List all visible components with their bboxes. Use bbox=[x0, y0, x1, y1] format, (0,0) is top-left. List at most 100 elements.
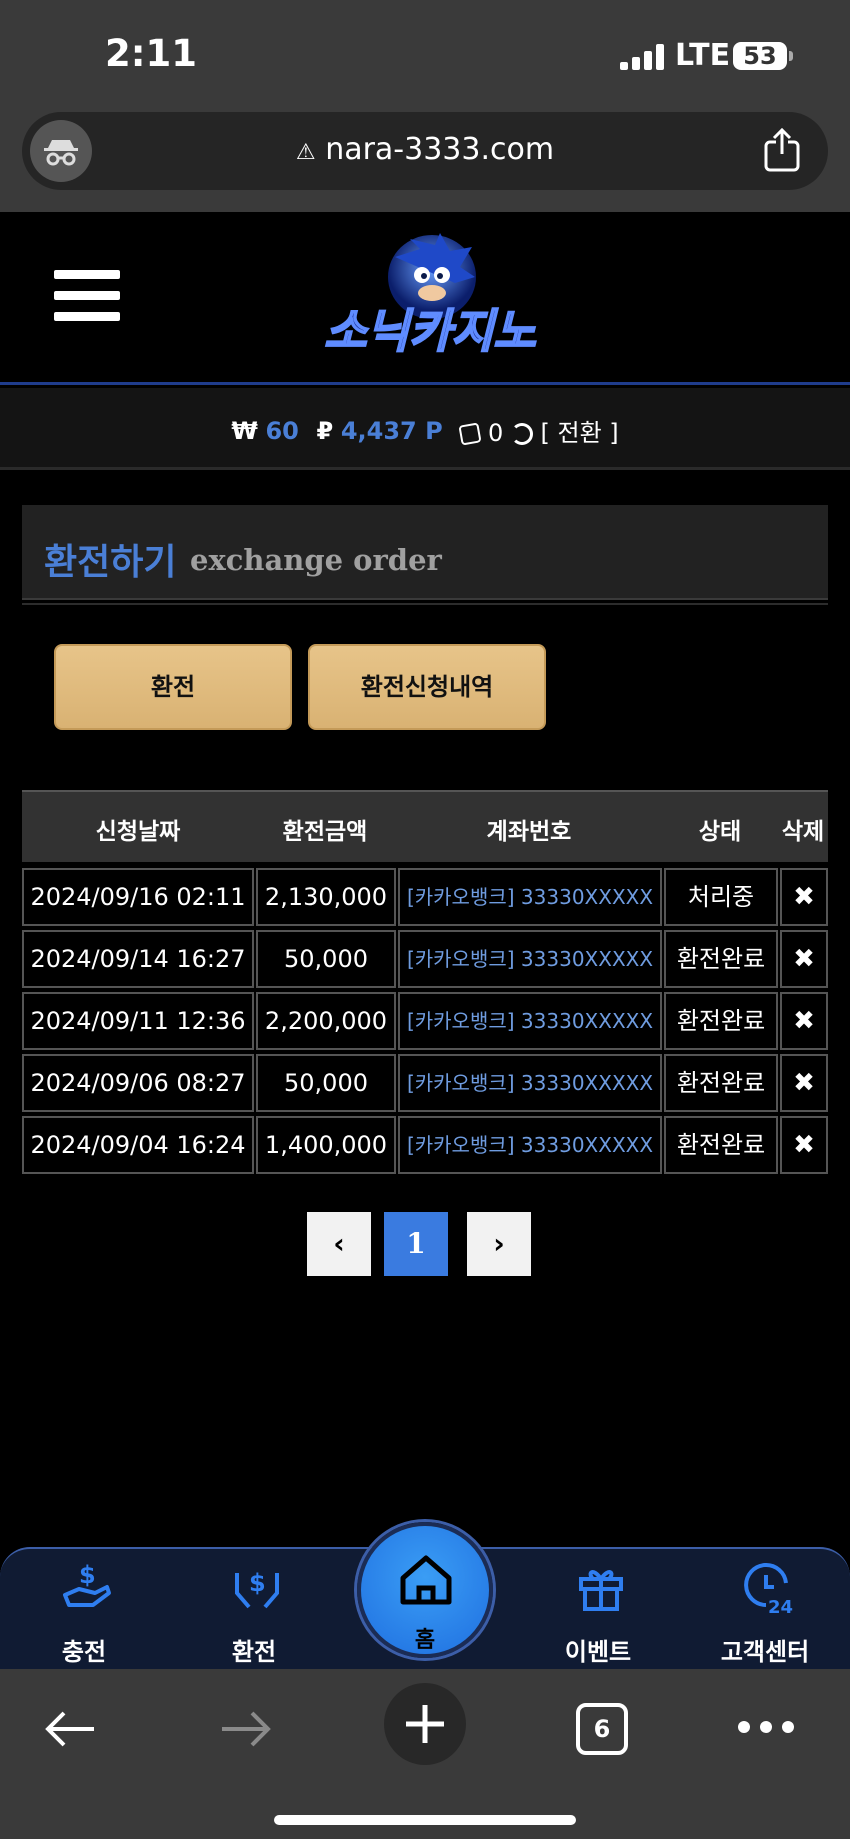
status-bar: 2:11 LTE 53 bbox=[0, 0, 850, 110]
tabs-count-button[interactable]: 6 bbox=[576, 1703, 628, 1755]
header-account: 계좌번호 bbox=[486, 819, 572, 845]
nav-event[interactable]: 이벤트 bbox=[528, 1549, 668, 1671]
charge-icon: $ bbox=[59, 1559, 115, 1615]
chip-value: 0 bbox=[487, 419, 504, 447]
more-icon[interactable] bbox=[738, 1721, 794, 1735]
url-text[interactable]: ⚠ nara-3333.com bbox=[22, 132, 828, 167]
clock: 2:11 bbox=[105, 32, 198, 75]
url-label: nara-3333.com bbox=[325, 132, 555, 167]
nav-support[interactable]: 24 고객센터 bbox=[695, 1549, 835, 1671]
support-24h-icon: 24 bbox=[740, 1559, 796, 1618]
prev-page-button[interactable]: ‹ bbox=[307, 1212, 371, 1276]
home-indicator bbox=[274, 1815, 576, 1825]
address-bar[interactable]: ⚠ nara-3333.com bbox=[22, 112, 828, 190]
page-subtitle: exchange order bbox=[190, 543, 442, 577]
cell-account: [카카오뱅크] 33330XXXXX bbox=[398, 1054, 662, 1112]
point-icon: ₽ bbox=[316, 416, 334, 445]
forward-arrow-icon[interactable] bbox=[218, 1709, 274, 1749]
cell-amount: 2,200,000 bbox=[256, 992, 396, 1050]
site-logo[interactable]: 소닉카지노 bbox=[290, 227, 570, 377]
svg-text:$: $ bbox=[249, 1569, 266, 1597]
cell-status: 환전완료 bbox=[664, 992, 778, 1050]
cell-date: 2024/09/14 16:27 bbox=[22, 930, 254, 988]
point-value: 4,437 P bbox=[340, 416, 443, 445]
nav-home[interactable]: 홈 bbox=[357, 1522, 493, 1658]
exchange-icon: $ bbox=[229, 1559, 285, 1615]
delete-icon[interactable]: ✖ bbox=[780, 1054, 828, 1112]
nav-charge-label: 충전 bbox=[61, 1638, 107, 1666]
delete-icon[interactable]: ✖ bbox=[780, 992, 828, 1050]
svg-text:$: $ bbox=[79, 1561, 96, 1589]
header-status: 상태 bbox=[698, 819, 742, 845]
exchange-button[interactable]: 환전 bbox=[54, 644, 292, 730]
table-row: 2024/09/11 12:36 2,200,000 [카카오뱅크] 33330… bbox=[22, 990, 828, 1052]
delete-icon[interactable]: ✖ bbox=[780, 1116, 828, 1174]
back-arrow-icon[interactable] bbox=[42, 1709, 98, 1749]
browser-toolbar: 6 bbox=[0, 1669, 850, 1839]
cell-status: 환전완료 bbox=[664, 930, 778, 988]
won-icon: ₩ bbox=[231, 416, 258, 445]
delete-icon[interactable]: ✖ bbox=[780, 868, 828, 926]
won-value: 60 bbox=[265, 416, 299, 445]
cell-date: 2024/09/04 16:24 bbox=[22, 1116, 254, 1174]
share-icon[interactable] bbox=[762, 127, 802, 172]
nav-exchange-label: 환전 bbox=[231, 1638, 277, 1666]
dice-icon bbox=[458, 422, 482, 446]
cell-status: 환전완료 bbox=[664, 1116, 778, 1174]
nav-exchange[interactable]: $ 환전 bbox=[184, 1549, 324, 1671]
cell-account: [카카오뱅크] 33330XXXXX bbox=[398, 868, 662, 926]
cell-status: 처리중 bbox=[664, 868, 778, 926]
next-page-button[interactable]: › bbox=[467, 1212, 531, 1276]
menu-icon[interactable] bbox=[54, 270, 120, 330]
nav-home-label: 홈 bbox=[414, 1628, 436, 1653]
header-delete: 삭제 bbox=[781, 819, 825, 845]
cell-amount: 1,400,000 bbox=[256, 1116, 396, 1174]
new-tab-icon[interactable] bbox=[384, 1683, 466, 1765]
nav-event-label: 이벤트 bbox=[564, 1638, 632, 1666]
won-balance: ₩ 60 bbox=[231, 417, 299, 445]
convert-button[interactable]: [ 전환 ] bbox=[541, 419, 619, 447]
header-amount: 환전금액 bbox=[282, 819, 368, 845]
table-row: 2024/09/06 08:27 50,000 [카카오뱅크] 33330XXX… bbox=[22, 1052, 828, 1114]
cell-date: 2024/09/11 12:36 bbox=[22, 992, 254, 1050]
cell-amount: 50,000 bbox=[256, 1054, 396, 1112]
battery-nub bbox=[789, 51, 793, 61]
network-label: LTE bbox=[675, 38, 731, 73]
signal-icon bbox=[620, 44, 666, 70]
table-body: 2024/09/16 02:11 2,130,000 [카카오뱅크] 33330… bbox=[22, 866, 828, 1176]
page-title-panel: 환전하기 exchange order bbox=[22, 505, 828, 600]
exchange-table: 신청날짜 환전금액 계좌번호 상태 삭제 2024/09/16 02:11 2,… bbox=[22, 790, 828, 1174]
point-balance: ₽ 4,437 P bbox=[316, 417, 442, 445]
refresh-icon[interactable] bbox=[510, 423, 533, 445]
balance-bar: ₩ 60 ₽ 4,437 P 0 [ 전환 ] bbox=[0, 388, 850, 470]
delete-icon[interactable]: ✖ bbox=[780, 930, 828, 988]
cell-status: 환전완료 bbox=[664, 1054, 778, 1112]
nav-support-label: 고객센터 bbox=[720, 1638, 810, 1666]
cell-account: [카카오뱅크] 33330XXXXX bbox=[398, 930, 662, 988]
cell-account: [카카오뱅크] 33330XXXXX bbox=[398, 992, 662, 1050]
cell-date: 2024/09/06 08:27 bbox=[22, 1054, 254, 1112]
gift-icon bbox=[573, 1559, 629, 1615]
site-header: 소닉카지노 bbox=[0, 212, 850, 385]
battery-icon: 53 bbox=[733, 42, 787, 70]
cell-amount: 2,130,000 bbox=[256, 868, 396, 926]
cell-account: [카카오뱅크] 33330XXXXX bbox=[398, 1116, 662, 1174]
table-row: 2024/09/14 16:27 50,000 [카카오뱅크] 33330XXX… bbox=[22, 928, 828, 990]
nav-charge[interactable]: $ 충전 bbox=[14, 1549, 154, 1671]
chip-balance: 0 [ 전환 ] bbox=[458, 413, 619, 448]
svg-text:소닉카지노: 소닉카지노 bbox=[324, 304, 536, 358]
current-page-button[interactable]: 1 bbox=[384, 1212, 448, 1276]
home-icon bbox=[400, 1555, 452, 1605]
cell-date: 2024/09/16 02:11 bbox=[22, 868, 254, 926]
svg-text:24: 24 bbox=[768, 1597, 793, 1615]
table-row: 2024/09/04 16:24 1,400,000 [카카오뱅크] 33330… bbox=[22, 1114, 828, 1176]
header-date: 신청날짜 bbox=[95, 819, 181, 845]
warning-icon: ⚠ bbox=[295, 140, 316, 165]
exchange-history-button[interactable]: 환전신청내역 bbox=[308, 644, 546, 730]
divider bbox=[22, 603, 828, 605]
browser-address-area: ⚠ nara-3333.com bbox=[0, 110, 850, 212]
table-row: 2024/09/16 02:11 2,130,000 [카카오뱅크] 33330… bbox=[22, 866, 828, 928]
cell-amount: 50,000 bbox=[256, 930, 396, 988]
table-header: 신청날짜 환전금액 계좌번호 상태 삭제 bbox=[22, 790, 828, 862]
page-title: 환전하기 bbox=[44, 542, 177, 583]
